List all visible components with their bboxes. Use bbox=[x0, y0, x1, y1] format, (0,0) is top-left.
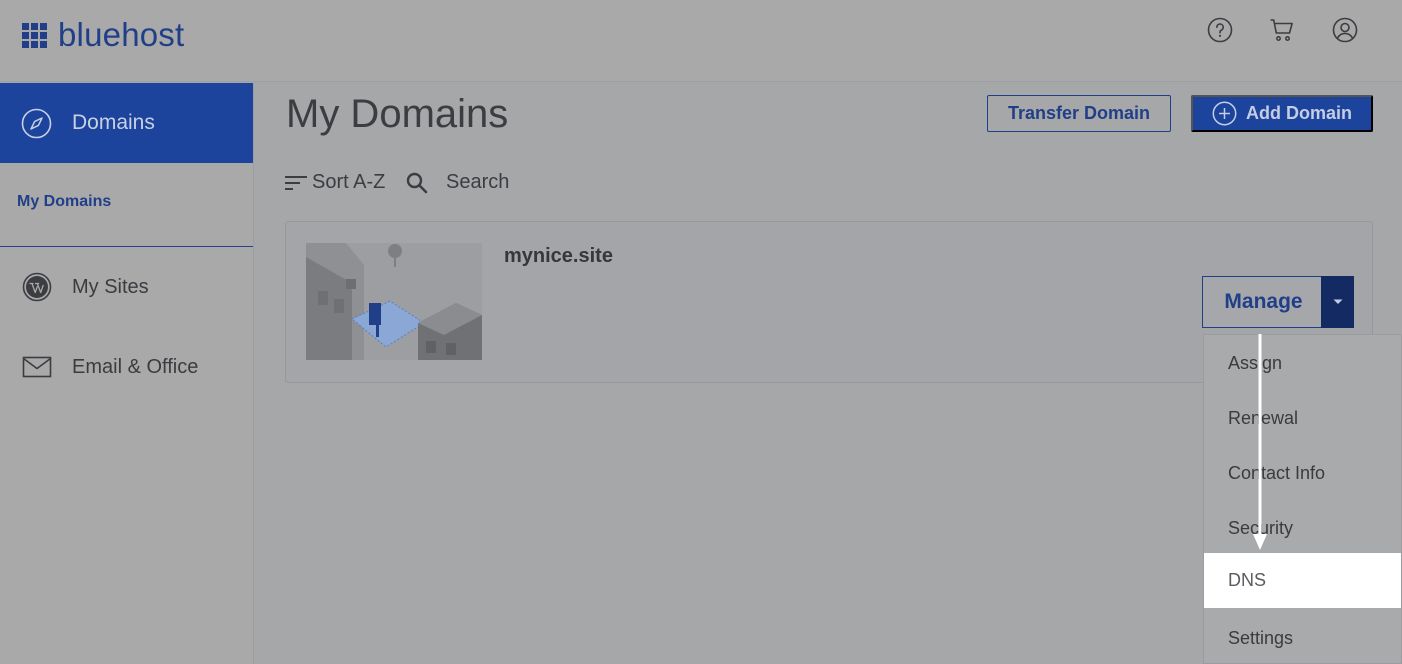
sort-label: Sort A-Z bbox=[312, 171, 386, 193]
pointer-arrow bbox=[1253, 334, 1267, 550]
manage-dropdown-toggle[interactable] bbox=[1321, 276, 1354, 328]
mail-icon bbox=[22, 352, 52, 382]
logo-grid-icon bbox=[22, 22, 47, 48]
plus-circle-icon bbox=[1212, 101, 1237, 126]
brand-name: bluehost bbox=[58, 16, 185, 53]
sidebar-item-label: Domains bbox=[72, 111, 155, 134]
sort-control[interactable]: Sort A-Z bbox=[285, 171, 385, 194]
add-domain-label: Add Domain bbox=[1246, 103, 1352, 123]
search-control[interactable]: Search bbox=[406, 171, 509, 194]
sidebar-item-label: Email & Office bbox=[72, 355, 199, 378]
page-title: My Domains bbox=[286, 92, 509, 136]
sidebar-item-label: My Sites bbox=[72, 275, 149, 298]
search-icon bbox=[406, 172, 428, 193]
menu-item-contact-info[interactable]: Contact Info bbox=[1204, 446, 1401, 501]
transfer-domain-button[interactable]: Transfer Domain bbox=[987, 95, 1171, 132]
compass-icon bbox=[21, 108, 52, 139]
domain-name[interactable]: mynice.site bbox=[504, 245, 613, 268]
sidebar-subitem-my-domains[interactable]: My Domains bbox=[17, 193, 111, 211]
sidebar-item-my-sites[interactable]: My Sites bbox=[0, 257, 253, 317]
menu-item-renewal[interactable]: Renewal bbox=[1204, 391, 1401, 446]
menu-item-dns[interactable]: DNS bbox=[1204, 553, 1401, 608]
cart-icon[interactable] bbox=[1269, 17, 1295, 43]
manage-button[interactable]: Manage bbox=[1202, 276, 1324, 328]
wordpress-icon bbox=[22, 272, 52, 302]
menu-item-assign[interactable]: Assign bbox=[1204, 336, 1401, 391]
add-domain-button[interactable]: Add Domain bbox=[1191, 95, 1373, 132]
sort-icon bbox=[285, 175, 307, 190]
sidebar: Domains My Domains My Sites Email & Offi… bbox=[0, 83, 254, 664]
sidebar-subnav: My Domains bbox=[0, 163, 253, 247]
manage-dropdown-menu: Assign Renewal Contact Info Security DNS… bbox=[1203, 334, 1402, 664]
account-icon[interactable] bbox=[1332, 17, 1358, 43]
menu-item-settings[interactable]: Settings bbox=[1204, 611, 1401, 664]
bluehost-logo[interactable]: bluehost bbox=[22, 18, 184, 52]
sidebar-item-email-office[interactable]: Email & Office bbox=[0, 337, 253, 397]
menu-item-security[interactable]: Security bbox=[1204, 501, 1401, 556]
search-input[interactable]: Search bbox=[446, 171, 509, 194]
top-header: bluehost bbox=[0, 0, 1402, 82]
help-icon[interactable] bbox=[1207, 17, 1233, 43]
caret-down-icon bbox=[1333, 299, 1342, 304]
sidebar-item-domains[interactable]: Domains bbox=[0, 83, 253, 163]
domain-illustration bbox=[306, 243, 482, 360]
